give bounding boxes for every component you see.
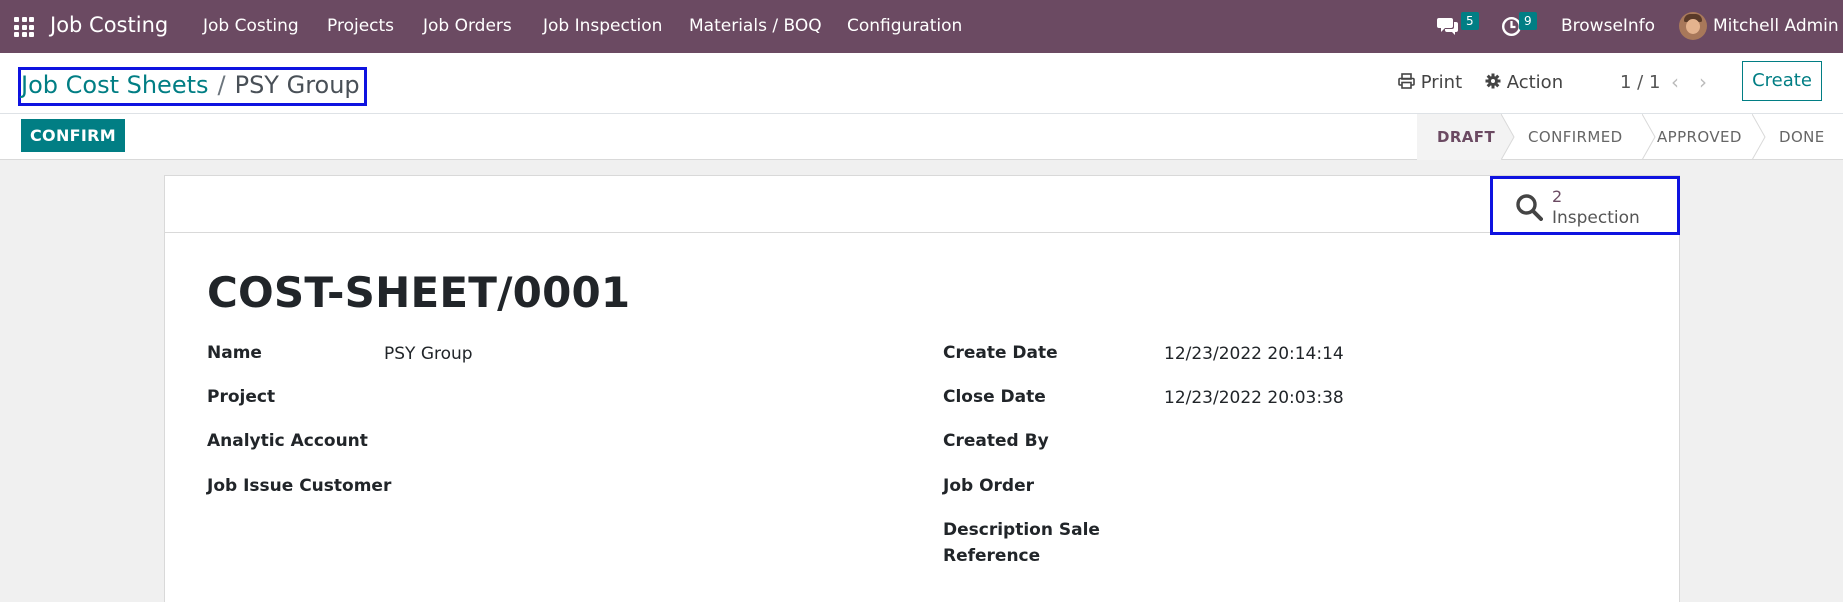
pager-value[interactable]: 1 / 1	[1620, 72, 1660, 93]
gear-icon	[1485, 73, 1501, 89]
app-menu-icon[interactable]	[14, 17, 34, 37]
form-sheet	[164, 175, 1680, 602]
user-menu[interactable]: Mitchell Admin	[1713, 16, 1839, 36]
action-button[interactable]: Action	[1485, 72, 1563, 93]
action-label: Action	[1506, 72, 1564, 93]
breadcrumb-current: PSY Group	[234, 71, 360, 99]
stage-arrow-icon	[1642, 114, 1656, 160]
record-title: COST-SHEET/0001	[207, 268, 631, 317]
print-button[interactable]: Print	[1398, 72, 1462, 93]
field-label-analytic-account: Analytic Account	[207, 431, 368, 451]
messages-count-badge: 5	[1461, 12, 1479, 30]
stage-confirmed[interactable]: CONFIRMED	[1528, 114, 1623, 160]
field-label-description-sale: Description Sale	[943, 520, 1100, 540]
app-title[interactable]: Job Costing	[50, 13, 168, 37]
field-label-project: Project	[207, 387, 276, 407]
menu-configuration[interactable]: Configuration	[847, 16, 962, 36]
field-label-create-date: Create Date	[943, 343, 1058, 363]
create-button[interactable]: Create	[1742, 61, 1822, 101]
menu-materials-boq[interactable]: Materials / BOQ	[689, 16, 822, 36]
stage-done[interactable]: DONE	[1779, 114, 1825, 160]
print-label: Print	[1420, 72, 1463, 93]
user-avatar[interactable]	[1679, 12, 1707, 40]
breadcrumb-separator: /	[217, 71, 226, 99]
stage-draft[interactable]: DRAFT	[1417, 114, 1502, 160]
inspection-label: Inspection	[1552, 208, 1640, 228]
field-value-create-date[interactable]: 12/23/2022 20:14:14	[1164, 344, 1344, 364]
menu-job-inspection[interactable]: Job Inspection	[543, 16, 662, 36]
field-label-job-order: Job Order	[943, 476, 1035, 496]
menu-job-costing[interactable]: Job Costing	[203, 16, 299, 36]
stage-approved[interactable]: APPROVED	[1657, 114, 1742, 160]
menu-job-orders[interactable]: Job Orders	[423, 16, 512, 36]
pager-next-icon[interactable]: ›	[1699, 70, 1707, 94]
field-label-job-issue-customer: Job Issue Customer	[207, 476, 392, 496]
stage-arrow-icon	[1752, 114, 1766, 160]
field-value-name[interactable]: PSY Group	[384, 344, 473, 364]
chat-icon[interactable]	[1437, 15, 1460, 41]
inspection-smart-button[interactable]: 2 Inspection	[1490, 176, 1680, 235]
confirm-button[interactable]: CONFIRM	[21, 119, 125, 152]
activities-count-badge: 9	[1519, 12, 1537, 30]
print-icon	[1398, 73, 1415, 89]
breadcrumb: Job Cost Sheets / PSY Group	[18, 67, 367, 106]
menu-projects[interactable]: Projects	[327, 16, 394, 36]
search-icon	[1516, 194, 1543, 221]
field-label-reference: Reference	[943, 546, 1041, 566]
top-navbar: Job Costing Job Costing Projects Job Ord…	[0, 0, 1843, 53]
company-switcher[interactable]: BrowseInfo	[1561, 16, 1655, 36]
inspection-count: 2	[1552, 187, 1563, 206]
field-label-close-date: Close Date	[943, 387, 1046, 407]
breadcrumb-parent-link[interactable]: Job Cost Sheets	[21, 71, 209, 99]
pager-previous-icon[interactable]: ‹	[1671, 70, 1679, 94]
field-value-close-date[interactable]: 12/23/2022 20:03:38	[1164, 388, 1344, 408]
field-label-name: Name	[207, 343, 262, 363]
field-label-created-by: Created By	[943, 431, 1049, 451]
stage-arrow-icon	[1501, 114, 1515, 160]
smart-button-box	[165, 176, 1679, 233]
